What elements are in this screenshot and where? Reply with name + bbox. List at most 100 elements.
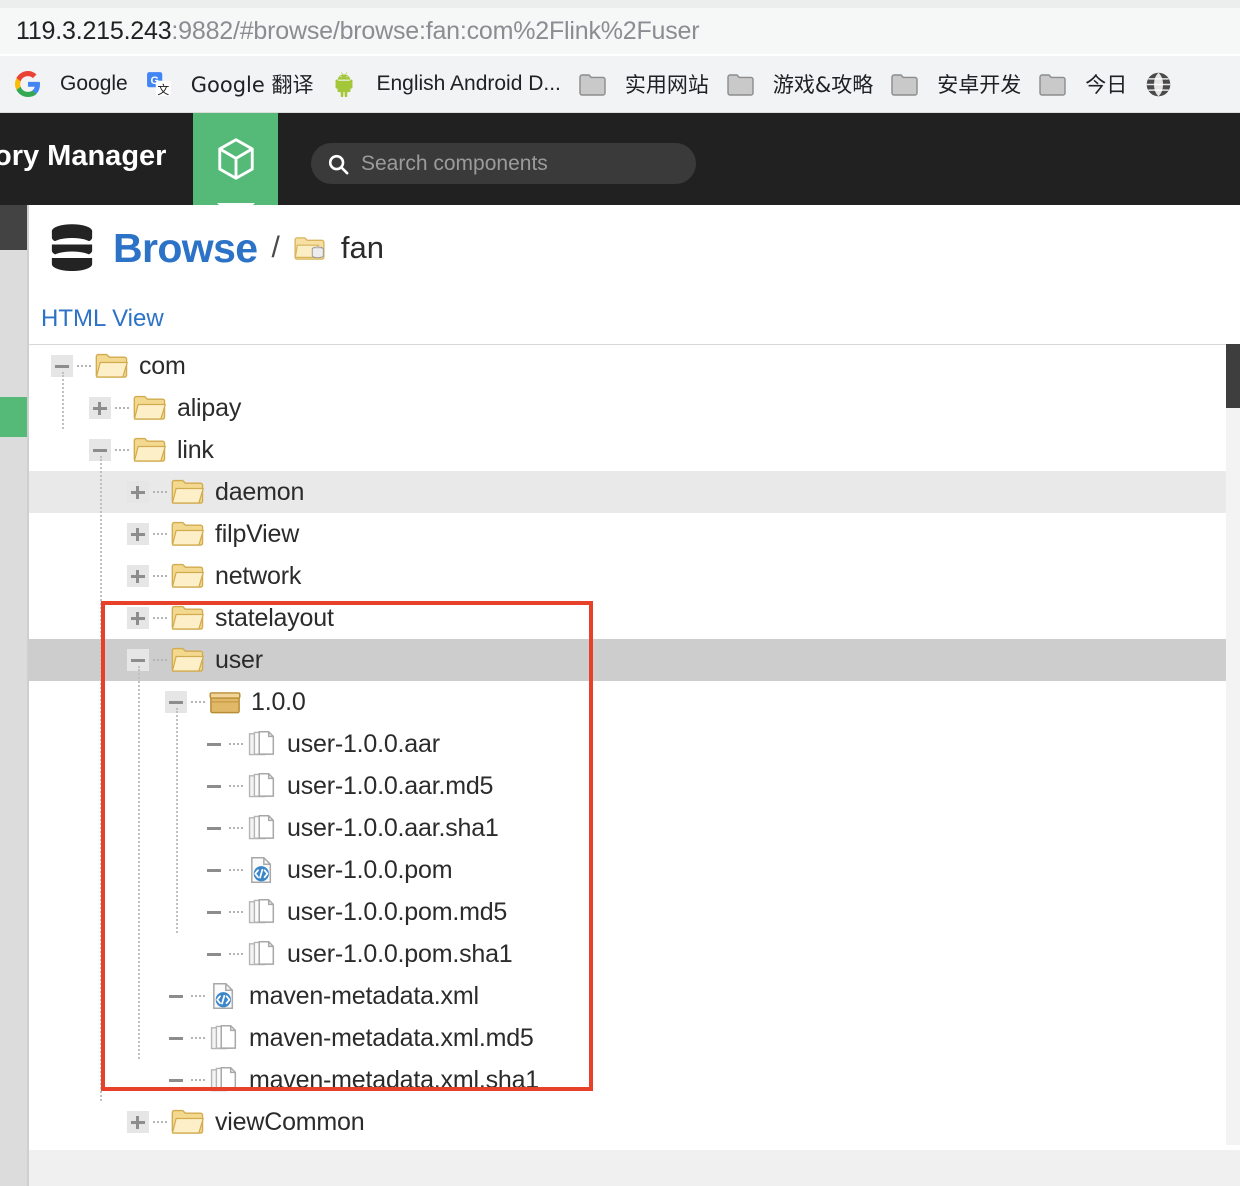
tree-connector [153, 659, 167, 661]
expand-icon[interactable] [127, 1111, 149, 1133]
tree-connector [115, 407, 129, 409]
tree-row-label: user-1.0.0.aar.md5 [287, 771, 494, 800]
expand-icon[interactable] [127, 565, 149, 587]
tree-leaf-spacer [203, 859, 225, 881]
bookmark-globe[interactable] [1136, 67, 1191, 102]
url-text: 119.3.215.243:9882/#browse/browse:fan:co… [16, 17, 700, 46]
tree-row[interactable]: 1.0.0 [29, 681, 1240, 723]
tree-row[interactable]: user-1.0.0.pom.sha1 [29, 933, 1240, 975]
bookmark-folder-youxigonglue[interactable]: 游戏&攻略 [718, 65, 882, 103]
breadcrumb-separator: / [271, 231, 280, 264]
tree-row[interactable]: maven-metadata.xml.sha1 [29, 1059, 1240, 1101]
tree-row[interactable]: filpView [29, 513, 1240, 555]
tree-connector [229, 743, 243, 745]
bookmark-label: English Android D... [376, 72, 561, 95]
file-stack-icon [209, 1023, 239, 1053]
bookmark-label: 今日 [1085, 73, 1128, 97]
expand-icon[interactable] [127, 481, 149, 503]
folder-open-icon [171, 646, 205, 674]
search-components-field[interactable]: Search components [311, 143, 696, 184]
folder-open-icon [133, 436, 167, 464]
file-stack-icon [247, 813, 277, 843]
file-stack-icon [247, 729, 277, 759]
tree-row[interactable]: maven-metadata.xml [29, 975, 1240, 1017]
tree-guide-line [62, 372, 64, 429]
tree-row[interactable]: network [29, 555, 1240, 597]
bookmark-label: 实用网站 [624, 73, 709, 97]
tree-rows-container: com alipay link daemon filpView network statel… [29, 345, 1240, 1143]
tree-row[interactable]: alipay [29, 387, 1240, 429]
tree-row-label: alipay [177, 393, 242, 422]
tab-browse-components[interactable] [193, 113, 278, 222]
folder-icon [891, 73, 918, 96]
tree-row[interactable]: statelayout [29, 597, 1240, 639]
bookmarks-bar: Google G文 Google 翻译 English Android D...… [0, 56, 1240, 113]
tree-row[interactable]: user [29, 639, 1240, 681]
html-view-link[interactable]: HTML View [41, 305, 164, 333]
google-translate-icon: G文 [146, 71, 172, 97]
tree-scrollbar-thumb[interactable] [1226, 344, 1240, 408]
bookmark-label: 安卓开发 [937, 73, 1022, 97]
bookmark-label: Google 翻译 [190, 73, 314, 97]
breadcrumb-repo-name[interactable]: fan [341, 230, 384, 266]
left-rail-header-segment [0, 205, 28, 250]
folder-icon [579, 73, 606, 96]
bookmark-google-translate[interactable]: G文 Google 翻译 [137, 65, 323, 103]
tree-row-label: link [177, 435, 214, 464]
tree-row[interactable]: daemon [29, 471, 1240, 513]
expand-icon[interactable] [89, 397, 111, 419]
tree-leaf-spacer [203, 733, 225, 755]
tree-leaf-spacer [203, 901, 225, 923]
expand-icon[interactable] [127, 523, 149, 545]
tree-leaf-spacer [203, 817, 225, 839]
tree-connector [153, 491, 167, 493]
bookmark-folder-shiyongwangzhan[interactable]: 实用网站 [570, 65, 718, 103]
tree-row-label: 1.0.0 [251, 687, 306, 716]
tree-row[interactable]: com [29, 345, 1240, 387]
component-tree[interactable]: com alipay link daemon filpView network statel… [29, 344, 1240, 1150]
bookmark-folder-anzhuokaifa[interactable]: 安卓开发 [882, 65, 1030, 103]
tree-row[interactable]: maven-metadata.xml.md5 [29, 1017, 1240, 1059]
tree-row-label: user-1.0.0.pom.sha1 [287, 939, 513, 968]
tree-connector [191, 1079, 205, 1081]
globe-icon [1145, 71, 1172, 98]
tree-row-label: user-1.0.0.aar.sha1 [287, 813, 499, 842]
folder-icon [1039, 73, 1066, 96]
folder-open-icon [171, 520, 205, 548]
page-title[interactable]: Browse [113, 225, 258, 272]
tree-row[interactable]: user-1.0.0.pom.md5 [29, 891, 1240, 933]
tree-row[interactable]: user-1.0.0.pom [29, 849, 1240, 891]
tree-connector [229, 869, 243, 871]
folder-icon [727, 73, 754, 96]
tree-row[interactable]: user-1.0.0.aar.sha1 [29, 807, 1240, 849]
tree-connector [229, 953, 243, 955]
tree-row[interactable]: viewCommon [29, 1101, 1240, 1143]
tree-row-label: maven-metadata.xml [249, 981, 479, 1010]
browser-url-bar[interactable]: 119.3.215.243:9882/#browse/browse:fan:co… [0, 8, 1240, 54]
tree-row[interactable]: user-1.0.0.aar [29, 723, 1240, 765]
folder-open-icon [95, 352, 129, 380]
tree-connector [229, 785, 243, 787]
left-rail [0, 205, 28, 1186]
expand-icon[interactable] [127, 607, 149, 629]
left-rail-active-segment[interactable] [0, 397, 28, 437]
google-icon [15, 71, 41, 97]
folder-open-icon [133, 394, 167, 422]
tree-guide-line [138, 666, 140, 1059]
tree-guide-line [176, 708, 178, 933]
tree-row[interactable]: link [29, 429, 1240, 471]
tree-row[interactable]: user-1.0.0.aar.md5 [29, 765, 1240, 807]
bookmark-folder-jinri[interactable]: 今日 [1030, 65, 1136, 103]
bookmark-google[interactable]: Google [6, 67, 137, 101]
folder-open-icon [171, 1108, 205, 1136]
tree-scrollbar-track[interactable] [1226, 344, 1240, 1150]
tree-leaf-spacer [165, 985, 187, 1007]
svg-text:文: 文 [157, 83, 169, 97]
tree-leaf-spacer [165, 1027, 187, 1049]
tree-connector [191, 995, 205, 997]
tree-connector [153, 1121, 167, 1123]
bookmark-english-android-d[interactable]: English Android D... [322, 67, 569, 101]
tree-leaf-spacer [203, 943, 225, 965]
screen-root: 119.3.215.243:9882/#browse/browse:fan:co… [0, 0, 1240, 1186]
search-placeholder: Search components [361, 151, 548, 175]
